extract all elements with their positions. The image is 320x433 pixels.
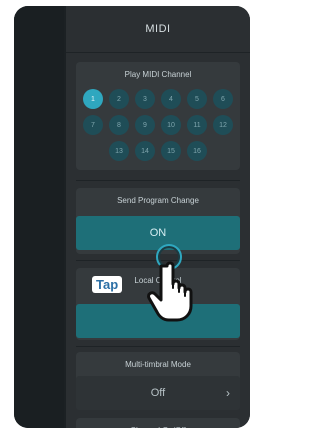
channel-grid: 1 2 3 4 5 6 7 8 9 10 11 12 13 14 15 16 [76,79,240,169]
left-strip-label [16,186,26,210]
play-midi-channel-section: Play MIDI Channel 1 2 3 4 5 6 7 8 9 10 1… [76,62,240,170]
channel-button-5[interactable]: 5 [187,89,207,109]
device-frame: MIDI Play MIDI Channel 1 2 3 4 5 6 7 8 9… [14,6,250,428]
multi-timbral-section: Multi-timbral Mode Off › [76,352,240,410]
panel-title: MIDI [66,6,250,53]
send-program-change-value: ON [149,227,167,239]
channel-button-7[interactable]: 7 [83,115,103,135]
bottom-left-label [18,408,20,415]
channel-button-9[interactable]: 9 [135,115,155,135]
section-divider [76,346,240,347]
channel-button-3[interactable]: 3 [135,89,155,109]
channel-button-8[interactable]: 8 [109,115,129,135]
multi-timbral-selector[interactable]: Off › [76,376,240,410]
channel-onoff-section: Channel On/Off [76,418,240,428]
multi-timbral-title: Multi-timbral Mode [125,360,191,369]
channel-button-12[interactable]: 12 [213,115,233,135]
chevron-right-icon: › [226,386,230,400]
hand-pointer-icon [147,261,193,322]
midi-settings-panel: MIDI Play MIDI Channel 1 2 3 4 5 6 7 8 9… [66,6,250,428]
multi-timbral-value: Off [150,387,166,399]
send-program-change-toggle[interactable]: ON [76,216,240,250]
channel-button-2[interactable]: 2 [109,89,129,109]
screenshot-stage: MIDI Play MIDI Channel 1 2 3 4 5 6 7 8 9… [0,0,259,433]
channel-button-15[interactable]: 15 [161,141,181,161]
channel-button-11[interactable]: 11 [187,115,207,135]
send-program-change-title: Send Program Change [117,196,199,205]
channel-button-13[interactable]: 13 [109,141,129,161]
tap-badge: Tap [92,276,123,293]
section-divider [76,180,240,181]
channel-button-6[interactable]: 6 [213,89,233,109]
play-midi-channel-title: Play MIDI Channel [124,70,192,79]
channel-button-4[interactable]: 4 [161,89,181,109]
send-program-change-section: Send Program Change ON [76,188,240,254]
channel-button-16[interactable]: 16 [187,141,207,161]
channel-button-14[interactable]: 14 [135,141,155,161]
channel-button-1[interactable]: 1 [83,89,103,109]
left-app-strip [14,6,64,428]
channel-button-10[interactable]: 10 [161,115,181,135]
channel-onoff-title: Channel On/Off [76,418,240,428]
